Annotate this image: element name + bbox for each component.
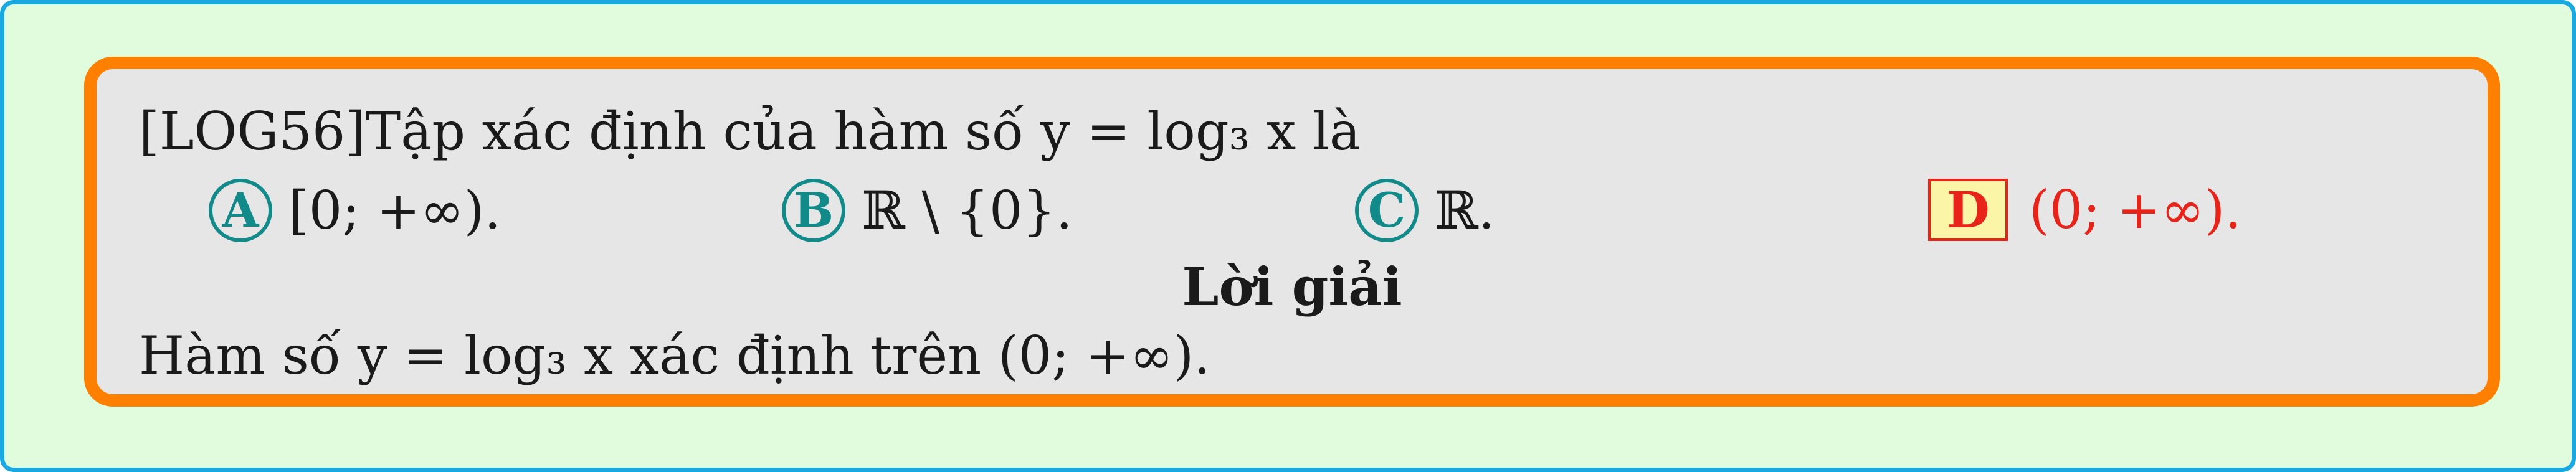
choice-b-badge: B: [782, 179, 845, 242]
choice-d[interactable]: D (0; +∞).: [1928, 179, 2241, 241]
question-text: [LOG56]Tập xác định của hàm số y = log₃ …: [139, 101, 1361, 162]
solution-title: Lời giải: [1182, 256, 1402, 318]
choice-d-badge: D: [1928, 179, 2008, 241]
choice-b[interactable]: B ℝ \ {0}.: [782, 179, 1073, 242]
choice-c[interactable]: C ℝ.: [1355, 179, 1495, 242]
choice-c-text: ℝ.: [1435, 180, 1495, 241]
choice-a-text: [0; +∞).: [288, 180, 501, 241]
choice-b-text: ℝ \ {0}.: [862, 180, 1073, 241]
solution-text: Hàm số y = log₃ x xác định trên (0; +∞).: [139, 325, 1210, 386]
question-card: [LOG56]Tập xác định của hàm số y = log₃ …: [84, 57, 2500, 407]
choice-d-text: (0; +∞).: [2029, 179, 2242, 240]
choice-c-badge: C: [1355, 179, 1419, 242]
choice-a-badge: A: [209, 179, 272, 242]
outer-frame: [LOG56]Tập xác định của hàm số y = log₃ …: [0, 0, 2576, 472]
choice-a[interactable]: A [0; +∞).: [209, 179, 501, 242]
